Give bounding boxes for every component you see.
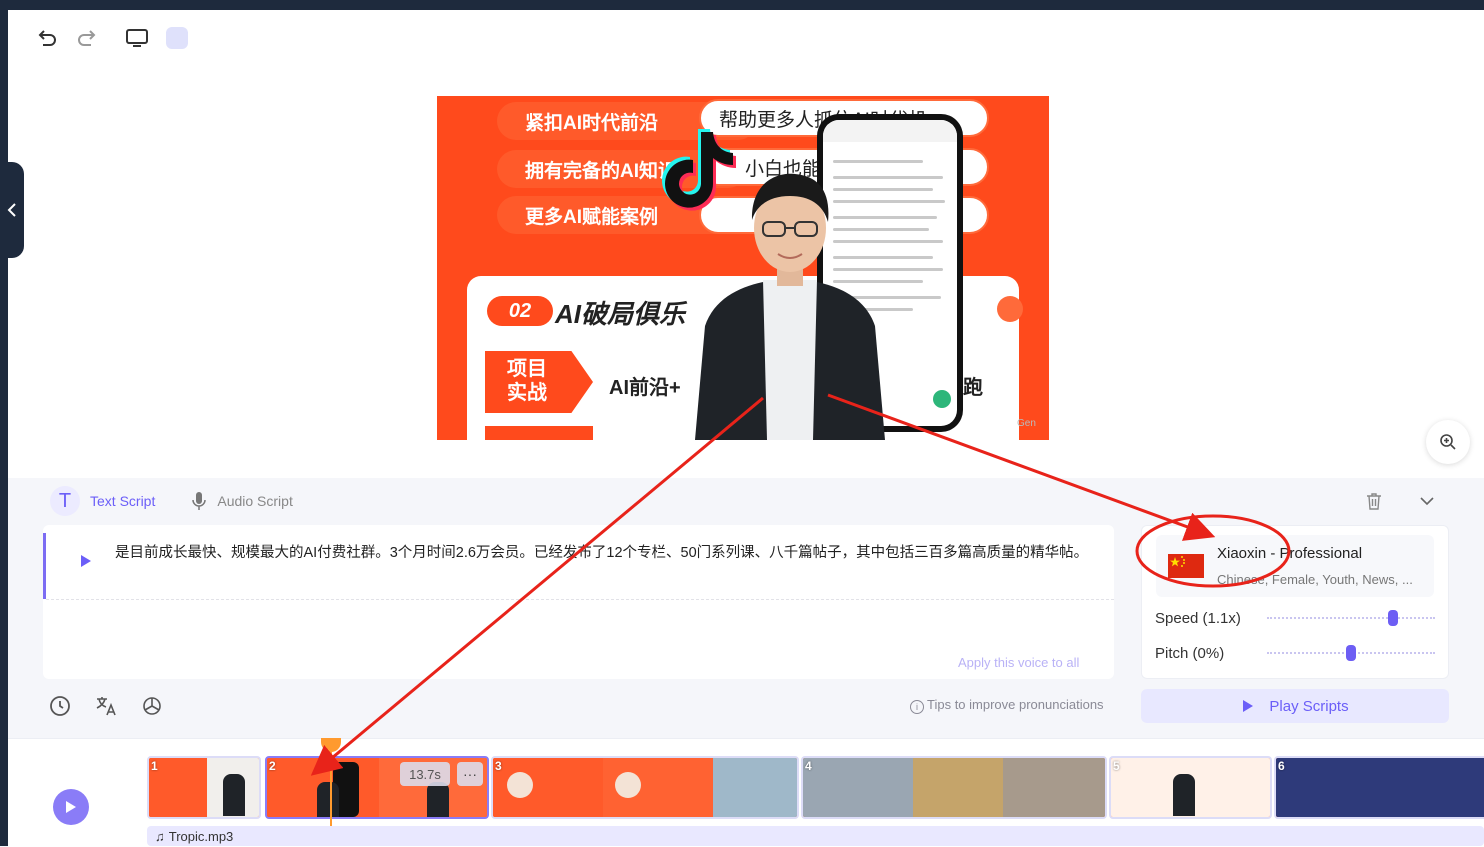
script-tools [48,694,164,723]
timeline-play-button[interactable] [53,789,89,825]
zoom-in-icon [1440,434,1456,450]
tab-audio-script[interactable]: Audio Script [191,491,293,511]
play-scripts-button[interactable]: Play Scripts [1141,689,1449,723]
slide-project-label: 项目 实战 [485,351,593,413]
ai-assist-button[interactable] [140,694,164,723]
monitor-icon [126,29,148,47]
translate-icon [96,697,116,716]
clip-number: 1 [151,759,158,773]
slide-preview[interactable]: 紧扣AI时代前沿 帮助更多人抓住AI时代机 拥有完备的AI知识 小白也能 更多A… [437,96,1049,440]
clip-number: 6 [1278,759,1285,773]
play-icon [1243,700,1254,712]
microphone-icon [192,492,207,510]
clip-number: 4 [805,759,812,773]
tab-text-script-label: Text Script [90,493,156,509]
timeline-clip[interactable]: 4 [801,756,1107,819]
voice-name: Xiaoxin - Professional [1217,545,1363,562]
info-icon: i [910,700,924,714]
clip-duration: 13.7s [400,762,450,786]
music-note-icon: ♫ [155,828,165,844]
collapse-sidebar-button[interactable] [0,162,24,258]
apply-voice-link[interactable]: Apply this voice to all [958,655,1079,670]
slide-project-text: AI前沿+ [609,377,681,399]
top-bar [0,0,1484,10]
clip-more-button[interactable]: ··· [457,762,483,786]
tab-text-script[interactable]: T Text Script [50,486,155,516]
translate-button[interactable] [94,694,118,723]
undo-button[interactable] [33,24,61,52]
speed-label: Speed (1.1x) [1155,610,1241,627]
color-swatch-button[interactable] [166,27,188,49]
timeline-clip[interactable]: 6 [1274,756,1484,819]
timeline-clip[interactable]: 5 [1109,756,1272,819]
chevron-left-icon [7,203,16,217]
slide-resource-bar [485,426,593,440]
text-icon: T [50,486,80,516]
speed-slider[interactable] [1267,617,1435,619]
redo-icon [78,30,96,46]
clock-icon [50,696,70,716]
tab-audio-script-label: Audio Script [217,493,293,509]
play-segment-button[interactable] [79,553,93,574]
left-strip [0,10,8,846]
undo-icon [38,30,56,46]
delete-button[interactable] [1366,492,1382,515]
planet-icon [997,296,1023,322]
zoom-button[interactable] [1426,420,1470,464]
audio-track[interactable]: ♫ Tropic.mp3 [147,826,1484,846]
pronunciation-tips-label: Tips to improve pronunciations [927,697,1104,712]
openai-icon [143,697,161,715]
slide-club-title: AI破局俱乐 [555,299,686,329]
play-icon [81,555,91,567]
timeline-clip[interactable]: 3 [491,756,799,819]
clip-number: 5 [1113,759,1120,773]
display-button[interactable] [123,24,151,52]
play-scripts-label: Play Scripts [1269,697,1349,715]
slide-watermark: Gen [1017,418,1036,429]
slide-project-text-right: 跑 [963,377,983,399]
clip-number: 3 [495,759,502,773]
redo-button[interactable] [73,24,101,52]
pitch-label: Pitch (0%) [1155,645,1225,662]
slide-badge: 02 [487,296,553,326]
script-tabs: T Text Script Audio Script [50,484,329,518]
china-flag-icon [1168,554,1204,578]
timeline-clip-active[interactable]: 2 [265,756,489,819]
audio-track-label: Tropic.mp3 [168,828,234,844]
script-divider [46,599,1114,600]
script-active-indicator [43,533,46,599]
clip-number: 2 [269,759,276,773]
trash-icon [1367,493,1381,510]
timeline-clip[interactable]: 1 [147,756,261,819]
script-text[interactable]: 是目前成长最快、规模最大的AI付费社群。3个月时间2.6万会员。已经发布了12个… [115,542,1095,565]
collapse-panel-button[interactable] [1419,494,1435,512]
avatar-presenter [695,173,885,440]
history-button[interactable] [48,694,72,723]
voice-description: Chinese, Female, Youth, News, ... [1217,572,1413,587]
speed-slider-handle[interactable] [1388,610,1398,626]
play-icon [66,801,76,813]
pitch-slider-handle[interactable] [1346,645,1356,661]
pronunciation-tips-link[interactable]: i Tips to improve pronunciations [910,697,1104,714]
chevron-down-icon [1420,497,1434,506]
